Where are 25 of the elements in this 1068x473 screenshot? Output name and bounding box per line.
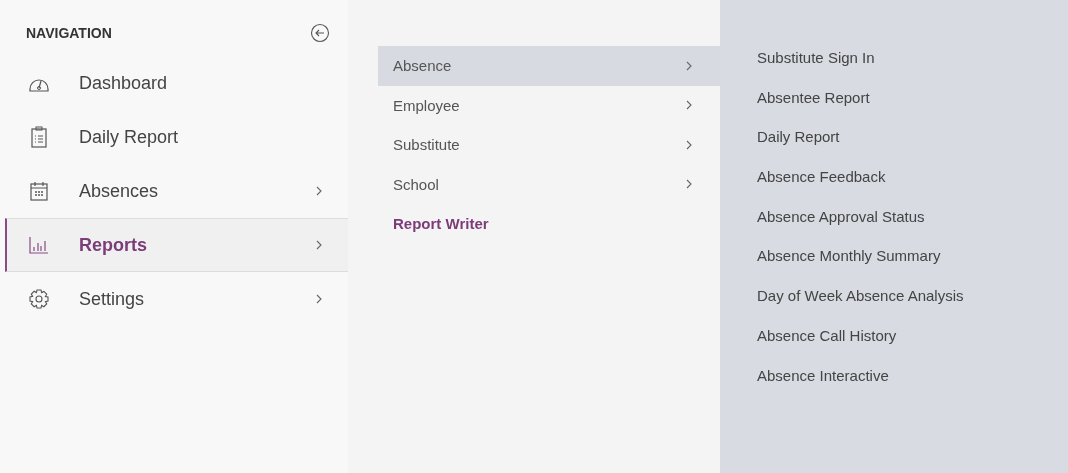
menu-item[interactable]: School (378, 164, 720, 204)
menu-item[interactable]: Absence Feedback (757, 168, 886, 208)
menu-item[interactable]: Absence Interactive (757, 366, 889, 407)
menu-item[interactable]: Absentee Report (757, 88, 870, 129)
menu-item[interactable]: Daily Report (757, 128, 840, 169)
collapse-icon[interactable] (310, 23, 330, 43)
report-writer-link[interactable]: Report Writer (378, 204, 720, 244)
calendar-icon (30, 181, 48, 201)
bar-chart-icon (29, 236, 49, 254)
navigation-title: NAVIGATION (26, 25, 112, 41)
nav-item[interactable]: Dashboard (5, 56, 348, 110)
nav-item[interactable]: Absences (5, 164, 348, 218)
menu-item[interactable]: Substitute Sign In (757, 49, 875, 89)
menu-item[interactable]: Day of Week Absence Analysis (757, 287, 964, 327)
nav-item[interactable]: Reports (5, 218, 348, 272)
menu-item[interactable]: Absence Call History (757, 326, 897, 367)
settings-icon (29, 289, 49, 309)
menu-item[interactable]: Absence Monthly Summary (757, 247, 941, 288)
menu-item[interactable]: Employee (378, 85, 720, 125)
menu-item[interactable]: Absence Approval Status (757, 207, 925, 248)
menu-item[interactable]: Substitute (378, 125, 720, 165)
menu-item[interactable]: Absence (378, 46, 720, 86)
nav-item[interactable]: Daily Report (5, 110, 348, 164)
clipboard-icon (31, 126, 47, 148)
nav-item[interactable]: Settings (5, 272, 348, 326)
